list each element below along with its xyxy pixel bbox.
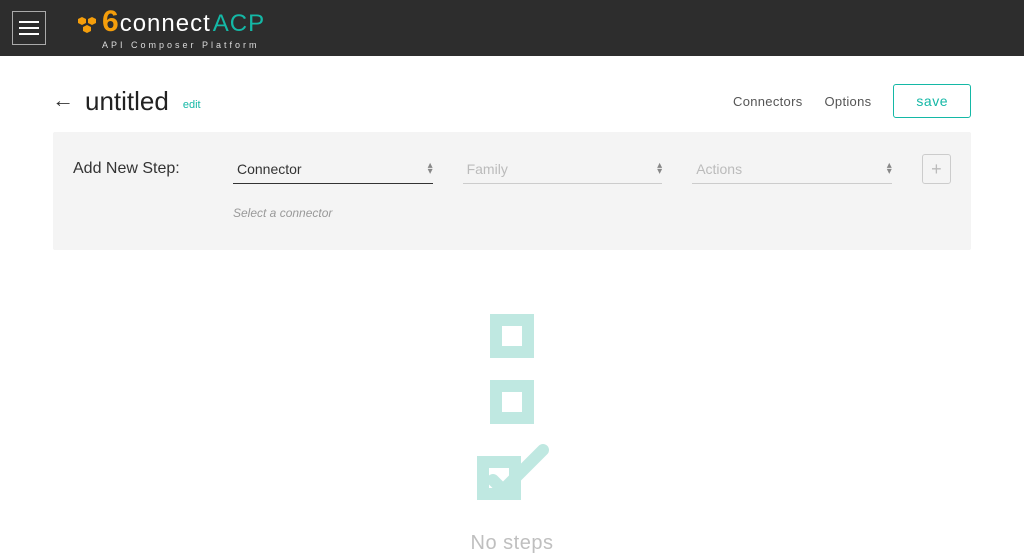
empty-box-icon [486, 376, 538, 428]
brand-logo[interactable]: 6 connect ACP API Composer Platform [74, 7, 265, 50]
app-header: 6 connect ACP API Composer Platform [0, 0, 1024, 56]
empty-state: No steps [0, 310, 1024, 555]
plus-icon: + [931, 159, 942, 180]
chevrons-icon: ▴▾ [657, 163, 662, 175]
connector-select[interactable]: Connector ▴▾ [233, 155, 433, 184]
back-arrow-icon[interactable]: ← [52, 90, 74, 113]
page-title: untitled [85, 86, 169, 117]
title-bar: ← untitled edit Connectors Options save [53, 56, 971, 132]
connector-select-value: Connector [237, 161, 302, 177]
family-select-value: Family [467, 161, 508, 177]
empty-box-icon [486, 310, 538, 362]
empty-message: No steps [471, 532, 554, 555]
family-select: Family ▴▾ [463, 155, 663, 184]
add-step-label: Add New Step: [73, 160, 203, 184]
chevrons-icon: ▴▾ [887, 163, 892, 175]
logo-connect: connect [120, 12, 211, 36]
add-step-button[interactable]: + [922, 154, 951, 184]
chevrons-icon: ▴▾ [428, 163, 433, 175]
add-step-panel: Add New Step: Connector ▴▾ Family ▴▾ Act… [53, 132, 971, 250]
logo-six: 6 [102, 7, 119, 37]
logo-acp: ACP [213, 12, 265, 36]
nav-connectors[interactable]: Connectors [733, 94, 802, 109]
empty-check-icon [473, 442, 551, 504]
hamburger-menu[interactable] [12, 11, 46, 45]
helper-text: Select a connector [233, 206, 951, 220]
save-button[interactable]: save [893, 84, 971, 118]
nav-options[interactable]: Options [825, 94, 872, 109]
actions-select: Actions ▴▾ [692, 155, 892, 184]
honeycomb-icon [74, 15, 100, 41]
logo-subtitle: API Composer Platform [102, 41, 265, 50]
edit-title-link[interactable]: edit [183, 99, 201, 111]
actions-select-value: Actions [696, 161, 742, 177]
